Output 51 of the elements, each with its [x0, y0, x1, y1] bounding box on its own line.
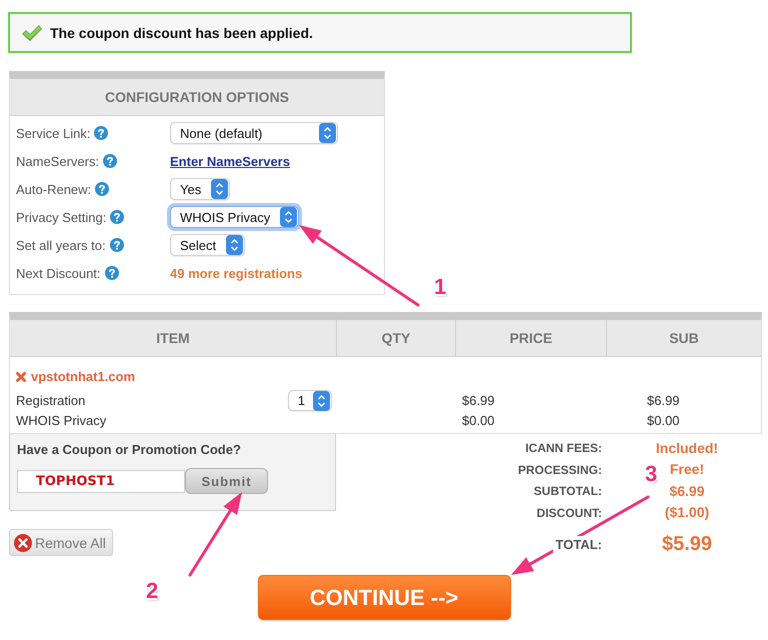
help-icon[interactable] [95, 182, 110, 196]
total-value: Free! [670, 461, 704, 478]
help-icon[interactable] [103, 154, 118, 168]
subtotal-cell: $6.99 [647, 393, 680, 408]
annotation-number: 2 [146, 578, 158, 604]
option-select[interactable]: None (default) [170, 122, 338, 144]
select-arrows-icon [226, 235, 244, 255]
option-label: NameServers: [16, 154, 100, 168]
help-icon[interactable] [110, 210, 124, 224]
annotation-number: 3 [645, 461, 658, 487]
remove-icon [14, 534, 32, 552]
total-value: ($1.00) [664, 504, 710, 520]
domain-name: vpstotnhat1.com [31, 369, 136, 384]
total-label: TOTAL: [552, 536, 602, 552]
total-value: $5.99 [662, 532, 712, 554]
option-label: Service Link: [16, 126, 90, 140]
price-cell: $0.00 [462, 412, 495, 428]
total-value: Included! [656, 440, 718, 456]
column-header: SUB [607, 320, 761, 357]
check-icon [21, 24, 43, 42]
column-header: QTY [337, 320, 456, 357]
column-header: ITEM [10, 320, 337, 357]
option-select[interactable]: Select [170, 234, 246, 256]
option-label: Privacy Setting: [16, 210, 106, 224]
quantity-select[interactable]: 1 [288, 390, 332, 411]
option-label: Next Discount: [16, 266, 101, 280]
coupon-title: Have a Coupon or Promotion Code? [17, 442, 242, 457]
select-arrows-icon [313, 390, 330, 410]
discount-note: 49 more registrations [170, 266, 302, 280]
select-arrows-icon [319, 123, 336, 143]
column-header: PRICE [456, 320, 607, 357]
item-name: Registration [16, 393, 86, 408]
remove-icon[interactable] [16, 372, 26, 382]
option-select[interactable]: Yes [170, 178, 230, 200]
total-value: $6.99 [669, 482, 705, 499]
subtotal-cell: $0.00 [647, 412, 680, 428]
help-icon[interactable] [94, 126, 108, 140]
help-icon[interactable] [104, 266, 119, 280]
nameservers-link[interactable]: Enter NameServers [170, 154, 290, 168]
panel-title: CONFIGURATION OPTIONS [10, 79, 384, 116]
price-cell: $6.99 [462, 393, 495, 408]
help-icon[interactable] [110, 238, 124, 252]
select-arrows-icon [280, 207, 298, 227]
option-label: Auto-Renew: [16, 182, 92, 196]
alert-message: The coupon discount has been applied. [50, 24, 313, 40]
option-select[interactable]: WHOIS Privacy [170, 206, 300, 228]
annotation-number: 1 [434, 274, 446, 300]
item-name: WHOIS Privacy [16, 412, 106, 428]
option-label: Set all years to: [16, 238, 106, 252]
remove-all-button[interactable]: Remove All [9, 529, 113, 556]
select-arrows-icon [211, 179, 228, 199]
